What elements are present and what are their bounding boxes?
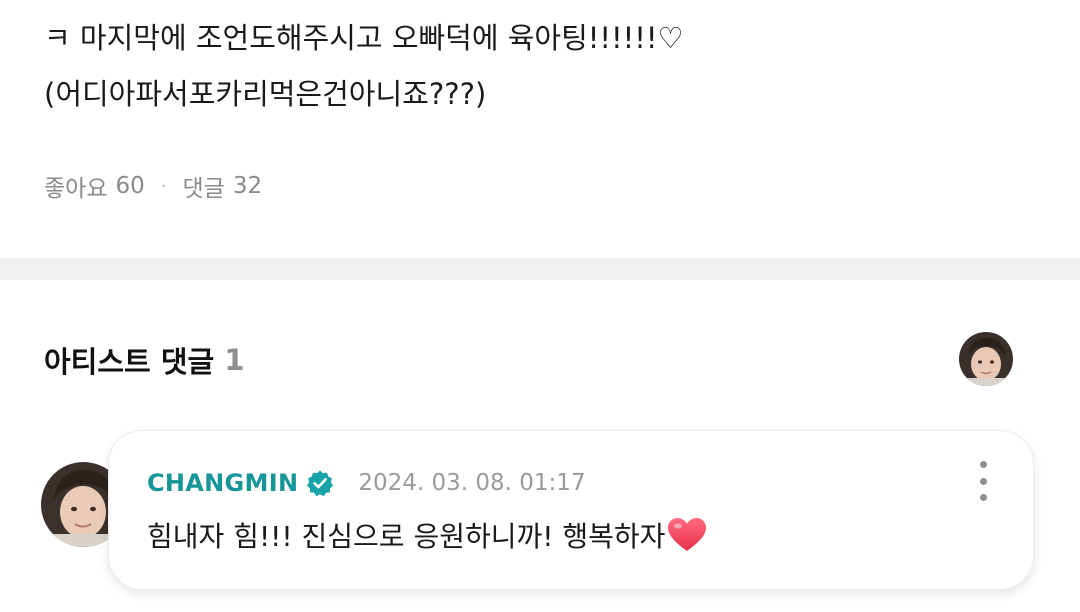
- red-heart-icon: [667, 517, 707, 553]
- post-text-line: ㅋ 마지막에 조언도해주시고 오빠덕에 육아팅!!!!!!♡: [44, 21, 684, 55]
- artist-comment-card: CHANGMIN 2024. 03. 08. 01:17 힘내자 힘!!! 진심…: [108, 430, 1034, 590]
- comment-timestamp: 2024. 03. 08. 01:17: [358, 470, 586, 496]
- artist-comments-count: 1: [224, 343, 245, 377]
- post-stats: 좋아요 60 · 댓글 32: [44, 168, 262, 204]
- post-text-line: (어디아파서포카리먹은건아니죠???): [44, 77, 487, 111]
- likes-stat[interactable]: 좋아요 60: [44, 169, 145, 203]
- comments-stat[interactable]: 댓글 32: [183, 169, 263, 203]
- verified-badge-icon: [306, 469, 334, 497]
- post-body: ㅋ 마지막에 조언도해주시고 오빠덕에 육아팅!!!!!!♡ (어디아파서포카리…: [44, 10, 1044, 122]
- comment-message: 힘내자 힘!!! 진심으로 응원하니까! 행복하자: [147, 520, 666, 553]
- artist-comments-title: 아티스트 댓글: [44, 345, 215, 379]
- comments-label: 댓글: [182, 176, 225, 202]
- comment-header: CHANGMIN 2024. 03. 08. 01:17: [147, 465, 586, 501]
- likes-count: 60: [115, 173, 145, 199]
- artist-avatar[interactable]: [959, 332, 1013, 386]
- comment-author-name[interactable]: CHANGMIN: [147, 469, 298, 497]
- likes-label: 좋아요: [44, 176, 108, 202]
- section-divider: [0, 258, 1080, 280]
- comments-count: 32: [232, 173, 263, 199]
- more-vertical-icon[interactable]: [973, 461, 993, 501]
- artist-comments-header: 아티스트 댓글 1: [44, 336, 244, 384]
- post-detail-page: ㅋ 마지막에 조언도해주시고 오빠덕에 육아팅!!!!!!♡ (어디아파서포카리…: [0, 0, 1080, 612]
- stat-separator: ·: [160, 175, 167, 197]
- comment-text: 힘내자 힘!!! 진심으로 응원하니까! 행복하자: [147, 515, 707, 555]
